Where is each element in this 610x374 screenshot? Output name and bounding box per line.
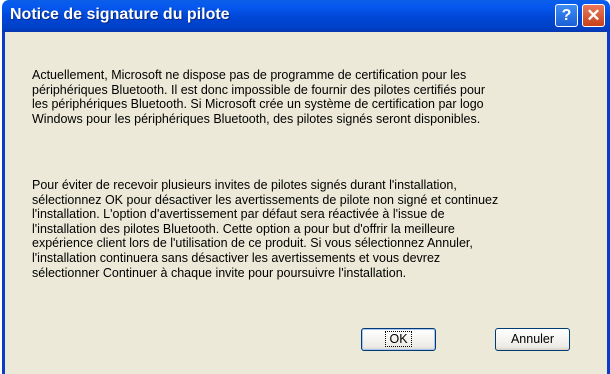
text-line: Windows pour les périphériques Bluetooth…	[32, 111, 481, 126]
title-bar[interactable]: Notice de signature du pilote ? ✕	[2, 0, 610, 32]
ok-button[interactable]: OK	[361, 328, 436, 351]
notice-paragraph-2: Pour éviter de recevoir plusieurs invite…	[32, 178, 602, 280]
text-line: les périphériques Bluetooth. Si Microsof…	[32, 97, 484, 112]
text-line: sélectionner Continuer à chaque invite p…	[32, 265, 407, 280]
close-icon[interactable]: ✕	[582, 4, 605, 27]
ok-button-label: OK	[385, 331, 412, 347]
help-icon[interactable]: ?	[555, 4, 578, 27]
text-line: sélectionnez OK pour désactiver les aver…	[32, 192, 499, 207]
text-line: l'installation continuera sans désactive…	[32, 250, 441, 265]
text-line: l'installation des pilotes Bluetooth. Ce…	[32, 221, 455, 236]
text-line: Actuellement, Microsoft ne dispose pas d…	[32, 68, 467, 82]
text-line: Pour éviter de recevoir plusieurs invite…	[32, 178, 457, 192]
notice-paragraph-1: Actuellement, Microsoft ne dispose pas d…	[32, 68, 602, 126]
text-line: périphériques Bluetooth. Il est donc imp…	[32, 82, 486, 97]
dialog-title: Notice de signature du pilote	[10, 6, 230, 23]
text-line: l'installation. L'option d'avertissement…	[32, 207, 445, 222]
text-line: expérience client lors de l'utilisation …	[32, 236, 473, 251]
cancel-button[interactable]: Annuler	[495, 328, 570, 351]
